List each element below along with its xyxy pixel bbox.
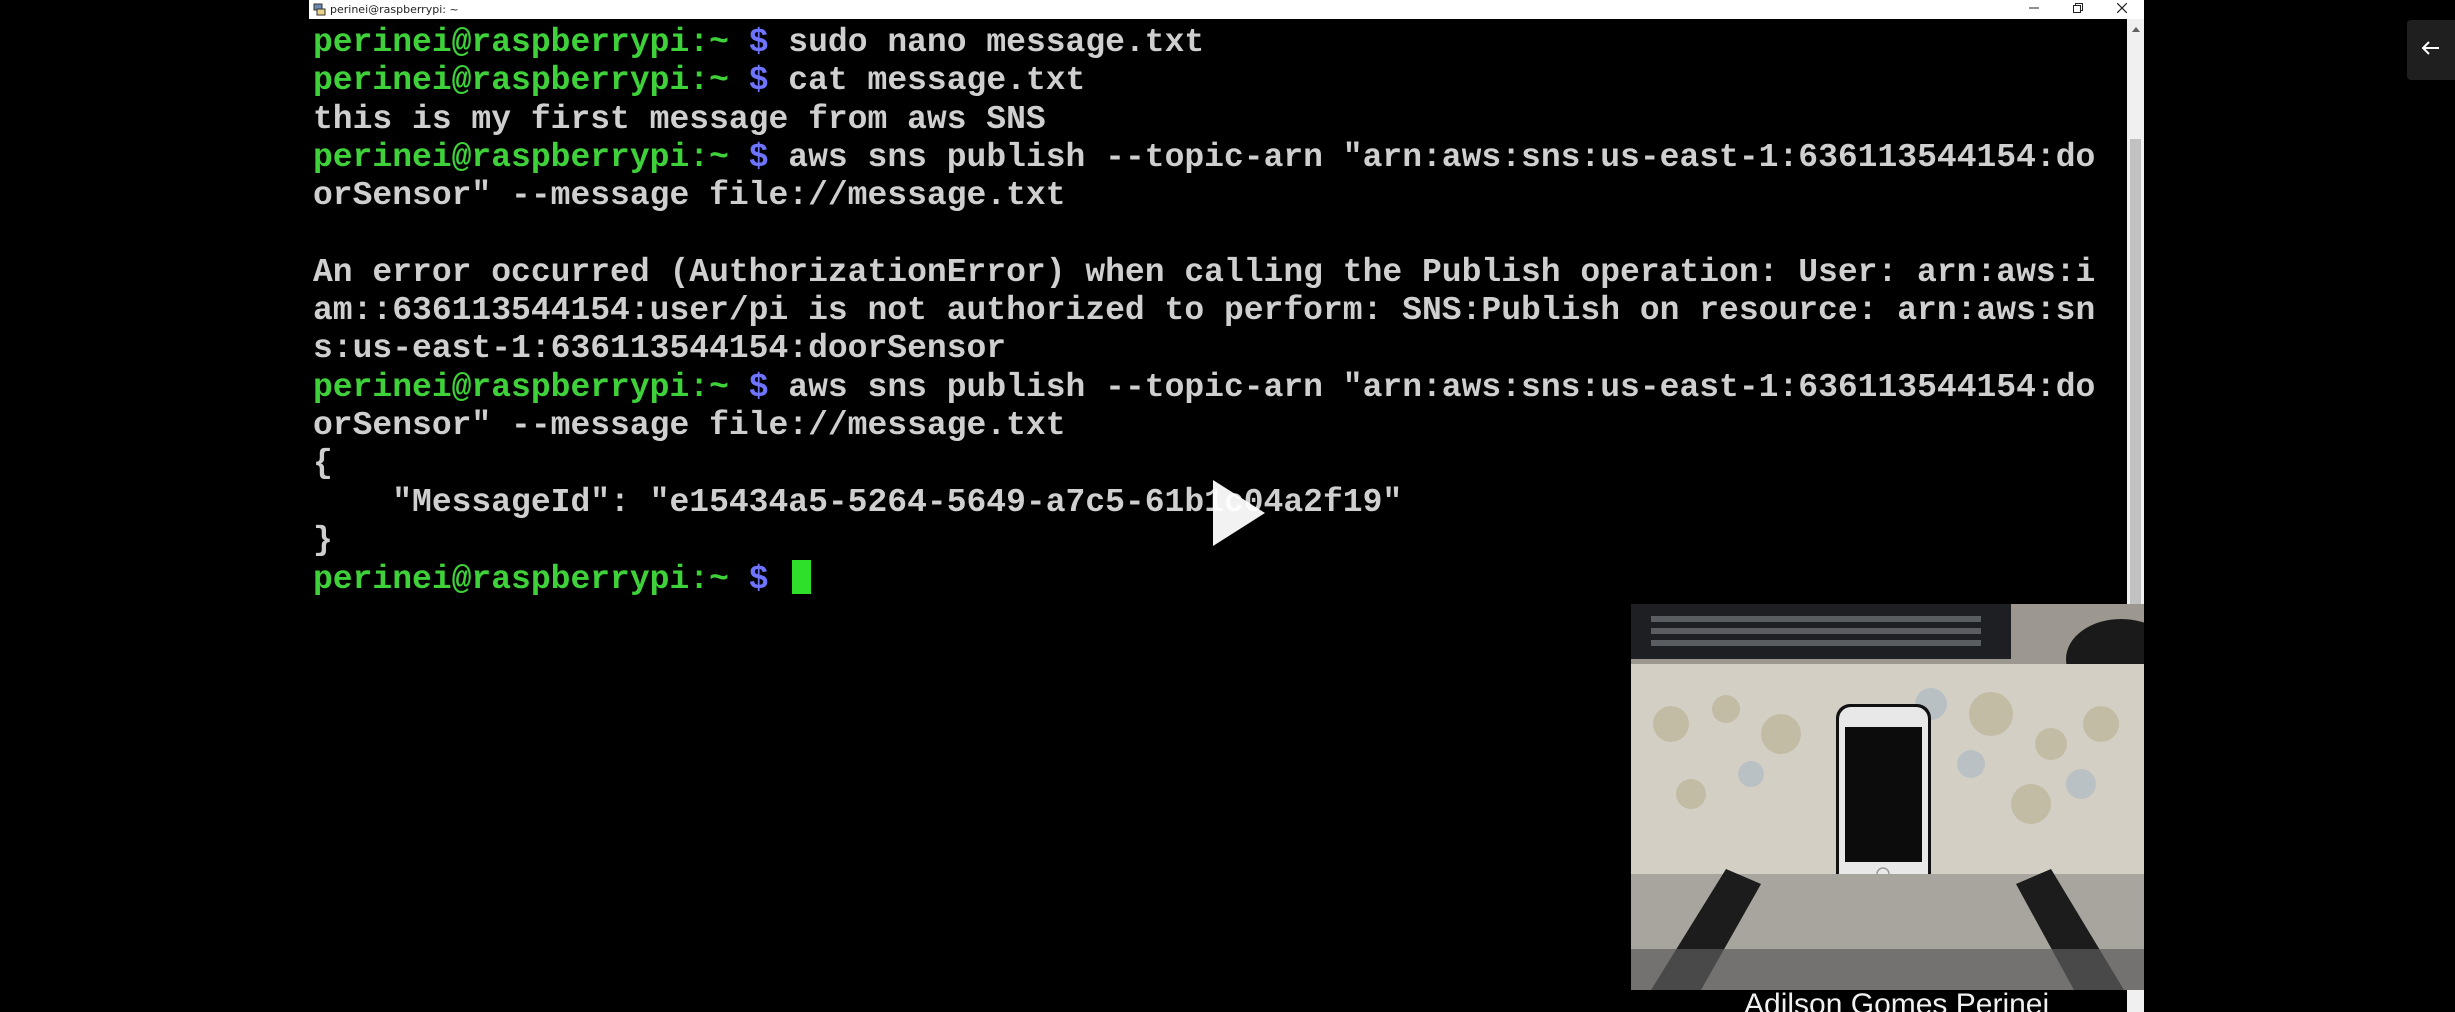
prompt-path: :~: [689, 368, 749, 406]
terminal-line: An error occurred (AuthorizationError) w…: [313, 254, 2123, 292]
webcam-frame-image: [1631, 604, 2144, 990]
prompt-path: :~: [689, 24, 749, 61]
right-letterbox: [2144, 0, 2455, 1012]
prompt-symbol: $: [748, 368, 769, 406]
command-text: aws sns publish --topic-arn "arn:aws:sns…: [768, 138, 2096, 176]
output-text: orSensor" --message file://message.txt: [313, 406, 1066, 444]
command-text: aws sns publish --topic-arn "arn:aws:sns…: [768, 368, 2096, 406]
minimize-icon: [2029, 3, 2039, 16]
output-text: }: [313, 521, 333, 559]
caret-up-icon: [2131, 19, 2140, 37]
terminal-line: perinei@raspberrypi:~ $ aws sns publish …: [313, 139, 2123, 177]
terminal-line: perinei@raspberrypi:~ $: [313, 560, 2123, 598]
command-text: sudo nano message.txt: [768, 24, 1205, 61]
terminal-cursor: [792, 560, 812, 595]
putty-icon: [312, 3, 326, 17]
play-button[interactable]: [1209, 478, 1269, 548]
terminal-line: perinei@raspberrypi:~ $ aws sns publish …: [313, 369, 2123, 407]
webcam-video: [1631, 604, 2144, 990]
output-text: am::636113544154:user/pi is not authoriz…: [313, 292, 2096, 330]
prompt-user-host: perinei@raspberrypi: [313, 368, 690, 406]
prompt-user-host: perinei@raspberrypi: [313, 24, 690, 61]
prompt-symbol: $: [748, 62, 769, 100]
output-text: An error occurred (AuthorizationError) w…: [313, 253, 2096, 291]
window-title: perinei@raspberrypi: ~: [330, 3, 459, 16]
terminal-line: this is my first message from aws SNS: [313, 101, 2123, 139]
terminal-line: orSensor" --message file://message.txt: [313, 407, 2123, 445]
scroll-up-button[interactable]: [2127, 19, 2144, 36]
output-text: {: [313, 445, 333, 483]
prompt-path: :~: [689, 62, 749, 100]
command-text: cat message.txt: [768, 62, 1086, 100]
video-caption: Adilson Gomes Perinei: [1744, 988, 2050, 1012]
left-letterbox: [0, 0, 309, 1012]
command-text: [769, 561, 789, 598]
prompt-user-host: perinei@raspberrypi: [313, 561, 690, 599]
prompt-path: :~: [689, 138, 749, 176]
close-button[interactable]: [2100, 0, 2144, 19]
prompt-user-host: perinei@raspberrypi: [313, 62, 690, 100]
output-text: this is my first message from aws SNS: [313, 100, 1046, 138]
terminal-line: perinei@raspberrypi:~ $ sudo nano messag…: [313, 24, 2123, 62]
terminal-line: am::636113544154:user/pi is not authoriz…: [313, 292, 2123, 330]
prompt-path: :~: [689, 561, 749, 599]
arrow-left-icon: [2421, 40, 2440, 60]
terminal-line: orSensor" --message file://message.txt: [313, 177, 2123, 215]
collapse-sidebar-button[interactable]: [2407, 20, 2455, 80]
minimize-button[interactable]: [2012, 0, 2056, 19]
close-icon: [2116, 2, 2128, 16]
output-text: orSensor" --message file://message.txt: [313, 177, 1066, 215]
prompt-user-host: perinei@raspberrypi: [313, 138, 690, 176]
window-titlebar: perinei@raspberrypi: ~: [309, 0, 2144, 19]
prompt-symbol: $: [748, 24, 769, 61]
output-text: s:us-east-1:636113544154:doorSensor: [313, 330, 1007, 368]
restore-icon: [2073, 3, 2083, 16]
terminal-window: perinei@raspberrypi: ~ perinei@raspberry…: [309, 0, 2144, 1012]
terminal-line: perinei@raspberrypi:~ $ cat message.txt: [313, 62, 2123, 100]
prompt-symbol: $: [748, 561, 769, 599]
terminal-line: s:us-east-1:636113544154:doorSensor: [313, 330, 2123, 368]
play-icon: [1209, 480, 1269, 552]
prompt-symbol: $: [748, 138, 769, 176]
restore-button[interactable]: [2056, 0, 2100, 19]
scrollbar-thumb[interactable]: [2130, 139, 2141, 619]
